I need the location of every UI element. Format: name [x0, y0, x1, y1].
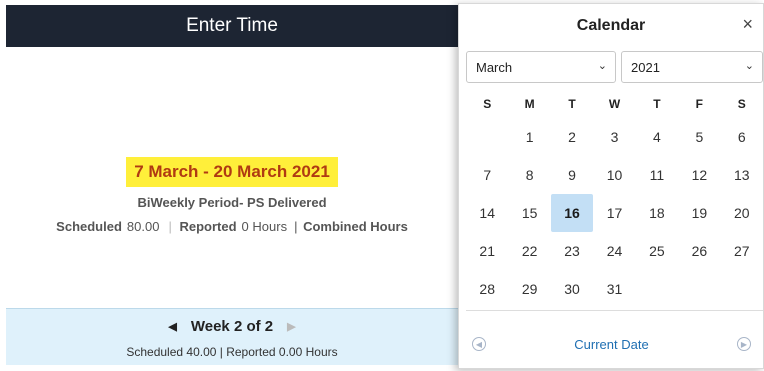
weekday-label: M	[524, 97, 535, 111]
week-summary: Scheduled 40.00 | Reported 0.00 Hours	[126, 345, 338, 359]
day-cell-16[interactable]: 16	[550, 194, 594, 232]
weekday-label: F	[695, 97, 704, 111]
combined-hours-label: Combined Hours	[303, 219, 408, 234]
next-week-icon[interactable]: ▶	[287, 320, 295, 333]
week-label: Week 2 of 2	[190, 318, 274, 335]
day-cell-29[interactable]: 29	[508, 270, 550, 308]
previous-week-icon[interactable]: ◀	[168, 320, 176, 333]
day-cell-25[interactable]: 25	[636, 232, 678, 270]
period-title: 7 March - 20 March 2021	[126, 157, 338, 187]
day-cell-27[interactable]: 27	[721, 232, 763, 270]
day-cell-26[interactable]: 26	[678, 232, 720, 270]
day-cell-31[interactable]: 31	[593, 270, 635, 308]
day-cell-5[interactable]: 5	[678, 118, 720, 156]
day-cell-14[interactable]: 14	[466, 194, 508, 232]
day-cell-6[interactable]: 6	[721, 118, 763, 156]
day-cell-10[interactable]: 10	[593, 156, 635, 194]
week-nav: ◀ Week 2 of 2 ▶	[6, 318, 458, 335]
weekday-label: T	[653, 97, 661, 111]
chevron-down-icon: ⌄	[597, 60, 607, 72]
period-subtitle: BiWeekly Period- PS Delivered	[137, 195, 327, 210]
next-month-icon[interactable]: ▶	[736, 337, 751, 351]
weekday-header: SMTWTFS	[466, 91, 763, 117]
day-cell-13[interactable]: 13	[721, 156, 763, 194]
current-date-link[interactable]: Current Date	[574, 337, 648, 352]
period-summary: Scheduled 80.00 | Reported 0 Hours | Combine…	[6, 219, 458, 234]
week-navigation-bar: ◀ Week 2 of 2 ▶ Scheduled 40.00 | Report…	[6, 308, 458, 365]
empty-day-cell	[636, 270, 678, 308]
summary-divider: |	[294, 219, 298, 234]
day-cell-7[interactable]: 7	[466, 156, 508, 194]
day-cell-8[interactable]: 8	[508, 156, 550, 194]
day-cell-2[interactable]: 2	[551, 118, 593, 156]
day-cell-21[interactable]: 21	[466, 232, 508, 270]
weekday-label: S	[483, 97, 492, 111]
day-cell-4[interactable]: 4	[636, 118, 678, 156]
page-title: Enter Time	[186, 15, 278, 36]
scheduled-value: 80.00	[126, 219, 160, 234]
calendar-grid: 1 2 3 4 5 6 7 8 9 10 11 12 13 14 15 16 17 18 19 20 21 22 23 24 2…	[466, 118, 763, 311]
year-select-value: 2021	[631, 59, 660, 75]
year-select[interactable]: 2021 ⌄	[621, 51, 763, 83]
period-info: 7 March - 20 March 2021 BiWeekly Period-…	[6, 157, 458, 210]
calendar-popup: Calendar × March ⌄ 2021 ⌄ SMTWTFS 123456…	[458, 3, 764, 369]
day-cell-1[interactable]: 1	[508, 118, 550, 156]
enter-time-header: Enter Time	[6, 5, 458, 47]
day-cell-20[interactable]: 20	[721, 194, 763, 232]
close-icon[interactable]: ×	[742, 14, 753, 35]
day-cell-12[interactable]: 12	[678, 156, 720, 194]
reported-label: Reported	[179, 219, 237, 234]
day-cell-15[interactable]: 15	[508, 194, 550, 232]
weekday-label: S	[737, 97, 746, 111]
empty-day-cell	[721, 270, 763, 308]
summary-divider: |	[168, 219, 172, 234]
chevron-down-icon: ⌄	[744, 60, 754, 72]
reported-value: 0 Hours	[241, 219, 288, 234]
day-cell-18[interactable]: 18	[636, 194, 678, 232]
scheduled-label: Scheduled	[56, 219, 122, 234]
day-cell-24[interactable]: 24	[593, 232, 635, 270]
day-cell-17[interactable]: 17	[593, 194, 635, 232]
day-cell-3[interactable]: 3	[593, 118, 635, 156]
weekday-label: W	[608, 97, 621, 111]
day-cell-23[interactable]: 23	[551, 232, 593, 270]
calendar-title: Calendar	[576, 17, 646, 34]
day-cell-11[interactable]: 11	[636, 156, 678, 194]
weekday-label: T	[568, 97, 576, 111]
empty-day-cell	[466, 118, 508, 156]
previous-month-icon[interactable]: ◀	[472, 337, 486, 351]
day-cell-9[interactable]: 9	[551, 156, 593, 194]
day-cell-22[interactable]: 22	[508, 232, 550, 270]
calendar-footer: ◀ Current Date ▶	[466, 330, 763, 358]
day-cell-28[interactable]: 28	[466, 270, 508, 308]
month-select-value: March	[476, 59, 513, 75]
empty-day-cell	[678, 270, 720, 308]
day-cell-19[interactable]: 19	[678, 194, 720, 232]
month-select[interactable]: March ⌄	[466, 51, 616, 83]
day-cell-30[interactable]: 30	[551, 270, 593, 308]
